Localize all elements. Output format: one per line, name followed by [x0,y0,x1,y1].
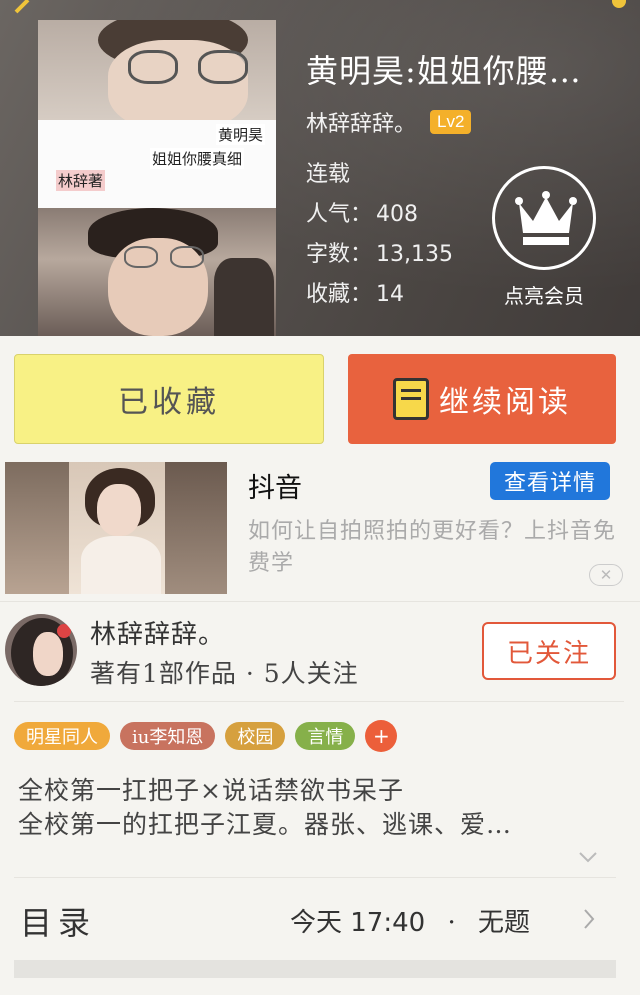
status-label: 连载 [306,162,351,187]
ad-description[interactable]: 如何让自拍照拍的更好看？上抖音免费学 [248,516,618,580]
cover-photo-top [38,20,276,130]
toc-separator: · [447,908,456,938]
tag-item[interactable]: 明星同人 [14,722,110,750]
book-icon [393,378,429,420]
tag-list: 明星同人 iu李知恩 校园 言情 + [14,720,398,752]
toc-latest-chapter[interactable]: 今天 17:40 · 无题 [290,902,530,939]
divider [14,877,616,878]
toc-latest-title: 无题 [478,908,531,938]
author-row: 林辞辞辞。 Lv2 [306,106,472,138]
favorites-label: 收藏： [306,282,373,307]
crown-icon [515,191,577,245]
level-badge: Lv2 [430,110,472,134]
continue-reading-label: 继续阅读 [439,385,571,420]
ad-title[interactable]: 抖音 [248,466,302,505]
divider [14,701,624,702]
ad-image[interactable] [5,462,227,594]
tag-item[interactable]: iu李知恩 [120,722,216,750]
follow-button[interactable]: 已关注 [482,622,616,680]
notification-dot-icon [612,0,626,8]
book-cover[interactable]: 黄明昊 姐姐你腰真细 林辞著 [38,20,276,336]
popularity-value: 408 [376,202,419,227]
toc-title[interactable]: 目录 [20,898,96,944]
continue-reading-button[interactable]: 继续阅读 [348,354,616,444]
favorites-value: 14 [376,282,405,307]
avatar[interactable] [5,614,77,686]
favorites-stat: 收藏： 14 [306,276,404,308]
view-details-button[interactable]: 查看详情 [490,462,610,500]
tag-item[interactable]: 言情 [295,722,356,750]
cover-caption: 林辞著 [56,170,106,191]
close-ad-icon[interactable]: ✕ [589,564,623,586]
synopsis-line: 全校第一扛把子×说话禁欲书呆子 [18,776,404,805]
synopsis-line: 全校第一的扛把子江夏。器张、逃课、爱… [18,810,513,839]
book-title: 黄明昊:姐姐你腰… [306,52,582,90]
bottom-bar [14,960,616,978]
tag-item[interactable]: 校园 [225,722,286,750]
popularity-stat: 人气： 408 [306,196,418,228]
cover-caption: 黄明昊 [216,124,266,145]
vip-label[interactable]: 点亮会员 [492,280,596,309]
cover-caption: 姐姐你腰真细 [150,148,245,169]
toc-latest-time: 今天 17:40 [290,908,426,938]
author-card-name[interactable]: 林辞辞辞。 [90,614,225,651]
add-tag-button[interactable]: + [365,720,398,752]
word-count-value: 13,135 [376,242,453,267]
book-header: 黄明昊 姐姐你腰真细 林辞著 黄明昊:姐姐你腰… 林辞辞辞。 Lv2 连载 人气… [0,0,640,336]
popularity-label: 人气： [306,202,373,227]
divider [0,601,640,602]
cover-photo-bottom [38,208,276,336]
chevron-down-icon[interactable] [578,850,598,864]
word-count-stat: 字数： 13,135 [306,236,453,268]
back-icon[interactable] [10,0,32,14]
author-card-meta: 著有1部作品 · 5人关注 [90,659,359,688]
favorited-button[interactable]: 已收藏 [14,354,324,444]
chevron-right-icon[interactable] [582,908,596,930]
vip-button[interactable] [492,166,596,270]
author-name[interactable]: 林辞辞辞。 [306,106,416,138]
synopsis[interactable]: 全校第一扛把子×说话禁欲书呆子 全校第一的扛把子江夏。器张、逃课、爱… [18,774,618,842]
word-count-label: 字数： [306,242,373,267]
